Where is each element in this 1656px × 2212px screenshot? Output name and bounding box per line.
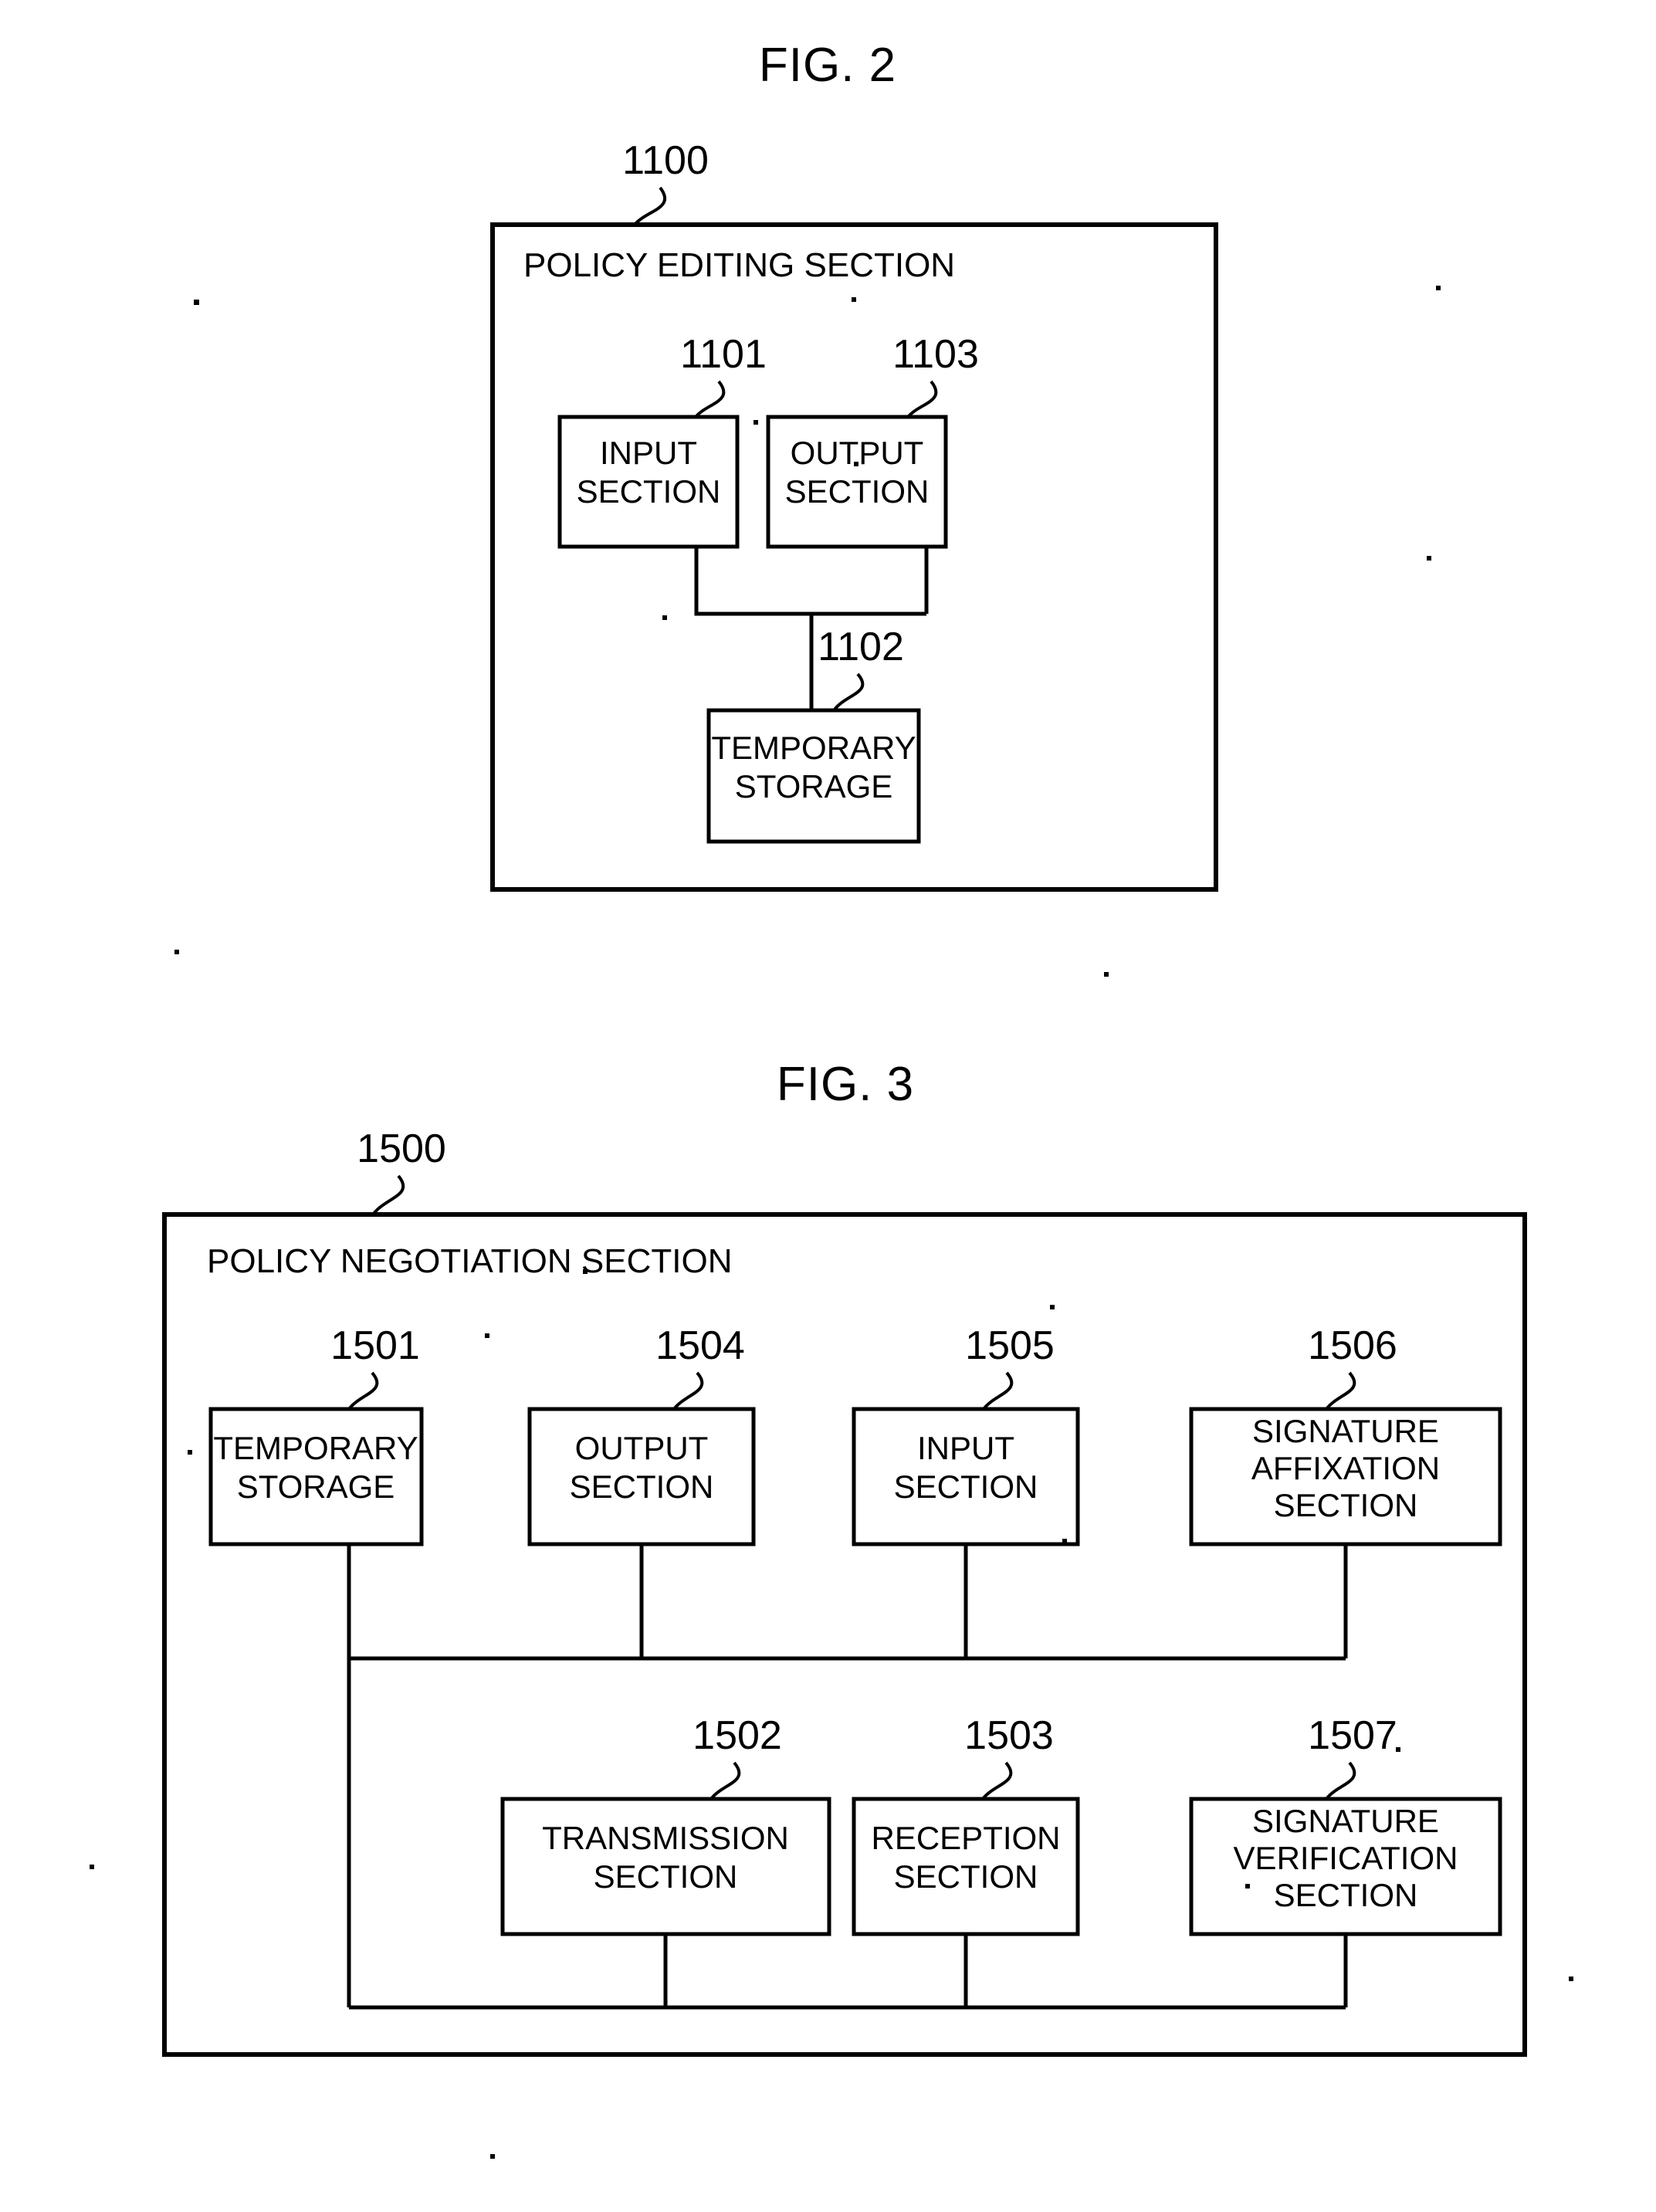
fig3-ref-1501: 1501: [330, 1323, 420, 1368]
fig2-ref-1102: 1102: [818, 625, 904, 669]
fig3-block-signature-affixation-section-line3: SECTION: [1274, 1487, 1418, 1523]
fig2-ref-1101: 1101: [680, 332, 767, 377]
fig2-ref-1103: 1103: [892, 332, 979, 377]
fig2-leader-1100: [633, 186, 667, 226]
fig3-ref-1500: 1500: [357, 1126, 446, 1171]
patent-drawing-sheet: FIG. 2 1100 POLICY EDITING SECTION 1101 …: [90, 39, 1573, 2159]
fig3-block-signature-verification-section-line1: SIGNATURE: [1252, 1803, 1439, 1839]
fig2-ref-1100: 1100: [622, 138, 709, 183]
fig2-block-input-section-line1: INPUT: [600, 435, 697, 471]
scan-speck: [174, 950, 179, 954]
fig3-ref-1502: 1502: [693, 1713, 782, 1758]
fig3-block-signature-affixation-section-line1: SIGNATURE: [1252, 1413, 1439, 1449]
fig3-block-temporary-storage-line2: STORAGE: [237, 1468, 395, 1505]
scan-speck: [490, 2154, 495, 2159]
scan-speck: [1569, 1977, 1573, 1981]
fig3-block-output-section-line2: SECTION: [570, 1468, 714, 1505]
scan-speck: [854, 462, 858, 466]
fig3-ref-1505: 1505: [965, 1323, 1055, 1368]
fig3-outer-box-label: POLICY NEGOTIATION SECTION: [207, 1242, 732, 1280]
scan-speck: [1427, 556, 1431, 561]
fig2-block-temporary-storage-line2: STORAGE: [735, 768, 893, 805]
fig3-block-input-section-line1: INPUT: [917, 1430, 1014, 1466]
fig2-outer-box-label: POLICY EDITING SECTION: [523, 246, 955, 284]
scan-speck: [1245, 1884, 1250, 1888]
scan-speck: [852, 297, 856, 302]
fig3-ref-1503: 1503: [964, 1713, 1054, 1758]
scan-speck: [1050, 1305, 1055, 1309]
fig3-block-output-section-line1: OUTPUT: [575, 1430, 709, 1466]
fig3-block-signature-affixation-section-line2: AFFIXATION: [1251, 1450, 1440, 1486]
fig3-block-reception-section-line2: SECTION: [894, 1858, 1038, 1895]
figure-fig2: FIG. 2 1100 POLICY EDITING SECTION 1101 …: [174, 39, 1441, 977]
fig3-block-signature-verification-section-line2: VERIFICATION: [1234, 1840, 1458, 1876]
fig3-leader-1500: [372, 1174, 405, 1215]
figure-fig3: FIG. 3 1500 POLICY NEGOTIATION SECTION 1…: [90, 1058, 1573, 2159]
fig3-ref-1504: 1504: [655, 1323, 745, 1368]
fig2-block-output-section-line2: SECTION: [785, 473, 930, 510]
fig3-block-transmission-section-line2: SECTION: [594, 1858, 738, 1895]
scan-speck: [90, 1865, 94, 1869]
scan-speck: [194, 300, 199, 305]
fig3-block-input-section-line2: SECTION: [894, 1468, 1038, 1505]
scan-speck: [583, 1269, 588, 1274]
fig3-block-transmission-section-line1: TRANSMISSION: [542, 1820, 789, 1856]
scan-speck: [1396, 1747, 1400, 1752]
scan-speck: [485, 1333, 489, 1338]
fig2-title: FIG. 2: [759, 39, 896, 92]
scan-speck: [662, 615, 667, 620]
scan-speck: [188, 1450, 192, 1455]
fig3-ref-1507: 1507: [1308, 1713, 1397, 1758]
fig3-title: FIG. 3: [777, 1058, 914, 1111]
fig2-block-temporary-storage-line1: TEMPORARY: [711, 730, 916, 766]
scan-speck: [753, 420, 758, 425]
fig3-block-signature-verification-section-line3: SECTION: [1274, 1877, 1418, 1913]
scan-speck: [1062, 1539, 1067, 1543]
fig3-ref-1506: 1506: [1308, 1323, 1397, 1368]
fig3-block-reception-section-line1: RECEPTION: [871, 1820, 1060, 1856]
scan-speck: [1104, 972, 1109, 977]
fig2-block-input-section-line2: SECTION: [577, 473, 721, 510]
scan-speck: [1436, 286, 1441, 290]
fig3-block-temporary-storage-line1: TEMPORARY: [213, 1430, 418, 1466]
